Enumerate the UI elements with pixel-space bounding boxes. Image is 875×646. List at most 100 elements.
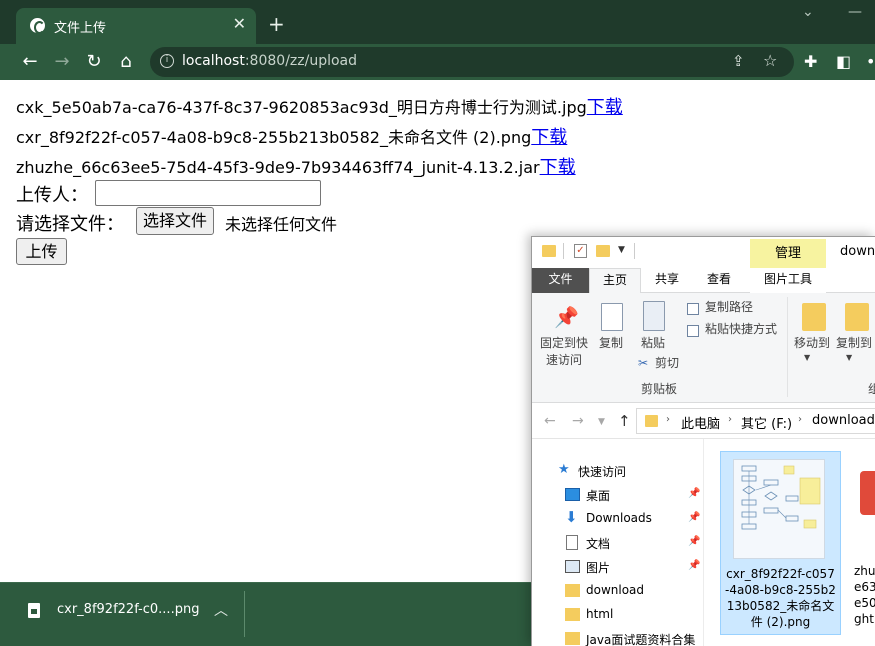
back-arrow-icon[interactable]: ← xyxy=(18,50,42,74)
uploader-input[interactable] xyxy=(95,180,321,206)
divider xyxy=(244,591,245,637)
new-tab-button[interactable]: + xyxy=(268,12,285,36)
folder-icon xyxy=(565,632,580,645)
customize-dropdown-icon[interactable]: ▼ xyxy=(618,245,625,255)
pin-icon[interactable]: 📌 xyxy=(554,305,579,329)
paste-shortcut-label[interactable]: 粘贴快捷方式 xyxy=(705,321,777,338)
picture-icon xyxy=(565,560,580,573)
nav-item-documents[interactable]: 文档 📌 xyxy=(532,531,702,555)
up-arrow-icon[interactable]: ↑ xyxy=(618,412,631,430)
flowchart-thumbnail-icon xyxy=(741,465,821,530)
browser-tab-strip: 文件上传 ✕ + ⌄ — xyxy=(0,0,875,44)
move-to-label[interactable]: 移动到 xyxy=(794,335,830,352)
path-breadcrumb[interactable]: › 此电脑 › 其它 (F:) › download xyxy=(636,408,875,434)
download-link[interactable]: 下载 xyxy=(531,127,567,148)
paste-label[interactable]: 粘贴 xyxy=(641,335,665,352)
copy-to-folder-icon[interactable] xyxy=(845,303,869,331)
minimize-icon[interactable]: — xyxy=(848,4,862,20)
ribbon-tabs: 文件 主页 共享 查看 图片工具 xyxy=(532,268,875,294)
chevron-right-icon[interactable]: › xyxy=(666,414,670,425)
chevron-right-icon[interactable]: › xyxy=(798,414,802,425)
nav-label: html xyxy=(586,607,614,621)
nav-item-desktop[interactable]: 桌面 📌 xyxy=(532,483,702,507)
new-folder-icon[interactable] xyxy=(596,245,610,257)
nav-item-quick-access[interactable]: ★ 快速访问 xyxy=(532,459,702,483)
folder-icon xyxy=(542,245,556,257)
navigation-pane: ★ 快速访问 桌面 📌 ⬇ Downloads 📌 文档 📌 图片 📌 down… xyxy=(532,439,704,646)
bookmark-star-icon[interactable]: ☆ xyxy=(763,51,777,70)
download-filename[interactable]: cxr_8f92f22f-c0....png xyxy=(57,602,199,617)
nav-item-html-folder[interactable]: html xyxy=(532,603,702,627)
forward-arrow-icon[interactable]: → xyxy=(50,50,74,74)
home-icon[interactable]: ⌂ xyxy=(114,50,138,74)
copy-to-dropdown-icon[interactable]: ▼ xyxy=(846,349,852,366)
tab-picture-tools[interactable]: 图片工具 xyxy=(750,268,826,293)
forward-arrow-icon[interactable]: → xyxy=(572,413,584,429)
organize-group-label: 组 xyxy=(868,381,875,398)
nav-item-pictures[interactable]: 图片 📌 xyxy=(532,555,702,579)
back-arrow-icon[interactable]: ← xyxy=(544,413,556,429)
nav-item-java-folder[interactable]: Java面试题资料合集 xyxy=(532,627,702,646)
url-host: localhost xyxy=(182,53,245,69)
file-item-name[interactable]: zhuz e63 e50 ght xyxy=(854,563,875,627)
tab-home[interactable]: 主页 xyxy=(589,268,641,294)
folder-icon xyxy=(645,415,658,427)
download-link[interactable]: 下载 xyxy=(540,157,576,178)
file-list-pane: cxr_8f92f22f-c057-4a08-b9c8-255b213b0582… xyxy=(704,439,875,646)
nav-item-downloads[interactable]: ⬇ Downloads 📌 xyxy=(532,507,702,531)
url-text[interactable]: localhost:8080/zz/upload xyxy=(182,53,357,69)
globe-icon xyxy=(30,18,45,34)
extensions-puzzle-icon[interactable]: ✚ xyxy=(804,52,817,71)
copy-path-icon[interactable] xyxy=(687,303,699,315)
tab-view[interactable]: 查看 xyxy=(696,268,742,293)
chevron-right-icon[interactable]: › xyxy=(728,414,732,425)
recent-dropdown-icon[interactable]: ▼ xyxy=(598,417,605,427)
share-icon[interactable]: ⇪ xyxy=(732,52,745,70)
url-path: :8080/zz/upload xyxy=(244,53,358,69)
paste-clipboard-icon[interactable] xyxy=(643,301,665,331)
address-bar[interactable]: i localhost:8080/zz/upload ⇪ ☆ xyxy=(150,47,794,77)
breadcrumb-item[interactable]: 其它 (F:) xyxy=(741,413,792,432)
browser-tab[interactable]: 文件上传 ✕ xyxy=(16,8,256,44)
copy-label[interactable]: 复制 xyxy=(599,335,623,352)
move-to-folder-icon[interactable] xyxy=(802,303,826,331)
upload-button[interactable]: 上传 xyxy=(16,238,67,265)
ribbon-group-divider xyxy=(787,297,788,397)
manage-context-tab[interactable]: 管理 xyxy=(750,239,826,268)
cut-label[interactable]: 剪切 xyxy=(655,355,679,372)
scissors-icon[interactable]: ✂ xyxy=(638,355,648,372)
breadcrumb-item[interactable]: 此电脑 xyxy=(681,413,720,432)
tab-close-button[interactable]: ✕ xyxy=(233,14,246,33)
tab-search-icon[interactable]: ⌄ xyxy=(802,4,814,20)
site-info-icon[interactable]: i xyxy=(160,54,174,68)
profile-icon[interactable]: • xyxy=(866,52,875,71)
move-to-dropdown-icon[interactable]: ▼ xyxy=(804,349,810,366)
divider xyxy=(634,243,635,259)
chevron-up-icon[interactable]: ︿ xyxy=(214,600,228,620)
file-item-selected[interactable]: cxr_8f92f22f-c057-4a08-b9c8-255b213b0582… xyxy=(720,451,841,635)
copy-icon[interactable] xyxy=(601,303,623,331)
file-explorer-window: ✓ ▼ 管理 downl 文件 主页 共享 查看 图片工具 📌 固定到快 速访问… xyxy=(531,236,875,646)
ribbon-home: 📌 固定到快 速访问 复制 粘贴 复制路径 粘贴快捷方式 ✂ 剪切 剪贴板 移动… xyxy=(532,293,875,403)
reload-icon[interactable]: ↻ xyxy=(82,50,106,74)
pin-icon: 📌 xyxy=(688,536,701,547)
choose-file-button[interactable]: 选择文件 xyxy=(136,207,215,235)
nav-item-download-folder[interactable]: download xyxy=(532,579,702,603)
paste-shortcut-icon[interactable] xyxy=(687,325,699,337)
download-link[interactable]: 下载 xyxy=(587,97,623,118)
pin-quick-access-label-2[interactable]: 速访问 xyxy=(546,352,582,369)
file-select-label: 请选择文件： xyxy=(16,214,124,235)
pin-icon: 📌 xyxy=(688,560,701,571)
clipboard-group-label: 剪贴板 xyxy=(641,382,678,396)
breadcrumb-item[interactable]: download xyxy=(812,413,875,428)
tab-file[interactable]: 文件 xyxy=(532,268,589,293)
properties-check-icon[interactable]: ✓ xyxy=(574,244,587,258)
side-panel-icon[interactable]: ◧ xyxy=(836,52,851,71)
copy-path-label[interactable]: 复制路径 xyxy=(705,299,753,316)
nav-label: 桌面 xyxy=(586,489,611,503)
copy-to-label[interactable]: 复制到 xyxy=(836,335,872,352)
download-arrow-icon: ⬇ xyxy=(565,508,578,526)
tab-share[interactable]: 共享 xyxy=(644,268,690,293)
document-icon xyxy=(566,535,578,550)
pin-quick-access-label-1[interactable]: 固定到快 xyxy=(540,335,588,352)
